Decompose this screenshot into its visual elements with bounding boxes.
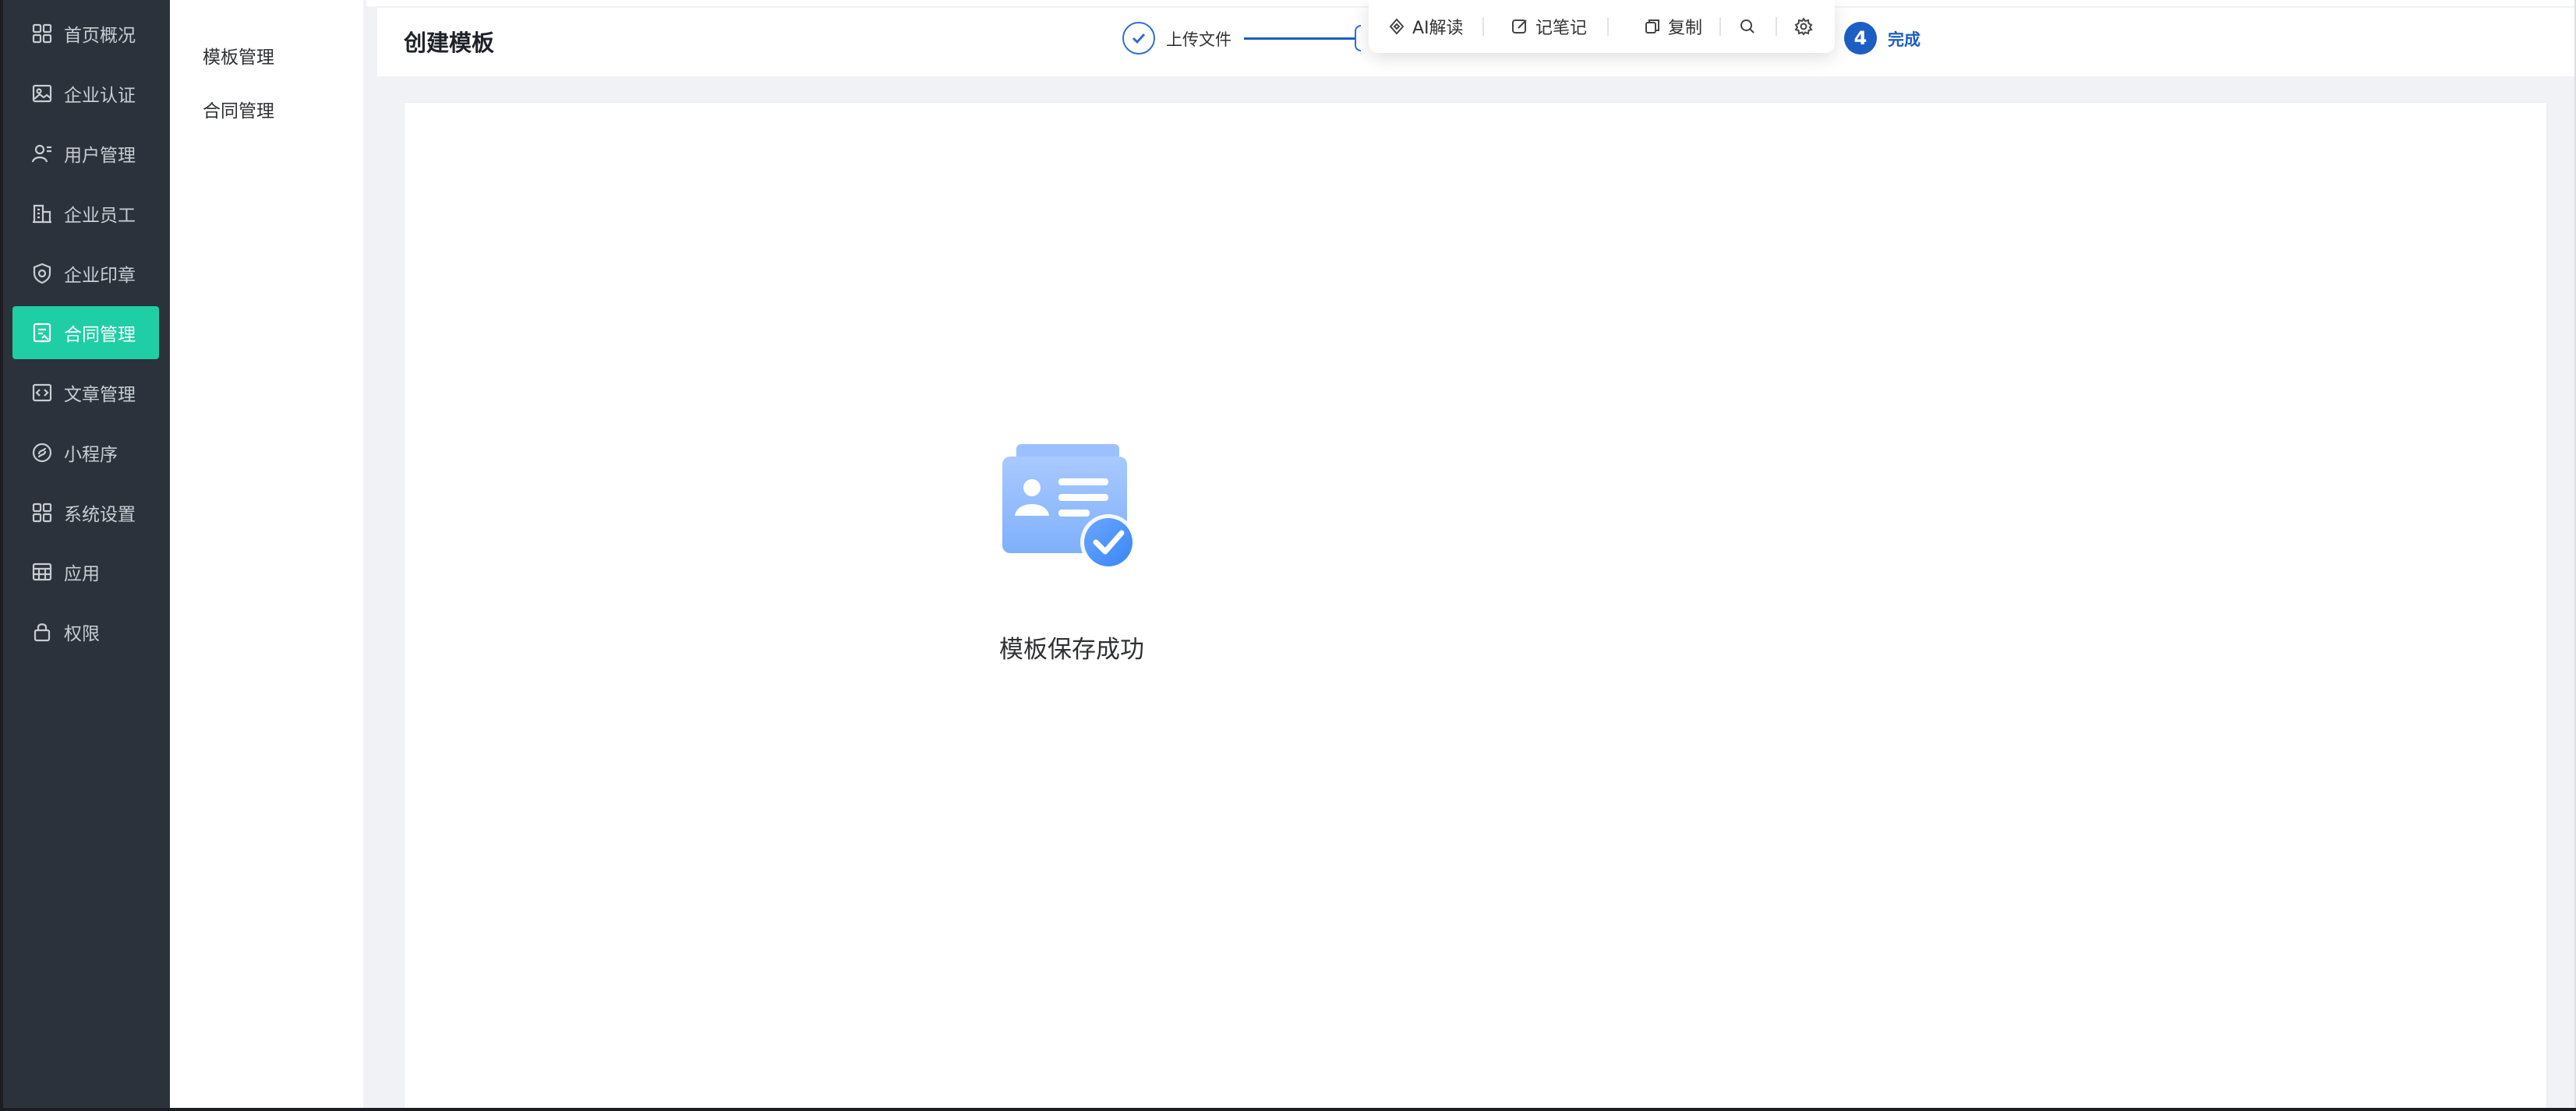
nav-item-seal[interactable]: 企业印章 (12, 247, 159, 300)
sub-sidebar: 模板管理 合同管理 (170, 0, 363, 1108)
toolbar-divider (1719, 17, 1721, 36)
nav-item-contract[interactable]: 合同管理 (12, 306, 159, 359)
settings-button[interactable] (1794, 0, 1813, 53)
step-4-indicator: 4 (1844, 22, 1877, 55)
main-sidebar: 首页概况 企业认证 用户管理 企业员工 企业印章 合同管理 文章管理 小程序 系… (3, 0, 170, 1108)
app-window: 首页概况 企业认证 用户管理 企业员工 企业印章 合同管理 文章管理 小程序 系… (3, 0, 2576, 1108)
copy-label: 复制 (1668, 19, 1703, 38)
nav-item-label: 权限 (64, 624, 100, 644)
edit-note-icon (1512, 19, 1527, 34)
nav-item-label: 企业印章 (64, 266, 136, 286)
take-note-button[interactable]: 记笔记 (1511, 0, 1587, 53)
nav-item-settings[interactable]: 系统设置 (12, 486, 159, 539)
subnav-item-template[interactable]: 模板管理 (203, 42, 274, 69)
app-table-icon (31, 561, 53, 583)
nav-item-label: 首页概况 (64, 26, 136, 46)
search-button[interactable] (1738, 0, 1757, 53)
nav-item-employees[interactable]: 企业员工 (12, 187, 159, 240)
nav-item-miniprogram[interactable]: 小程序 (12, 426, 159, 479)
step-4-label: 完成 (1888, 30, 1921, 49)
toolbar-divider (1776, 17, 1777, 36)
image-card-icon (31, 83, 53, 104)
miniprogram-icon (31, 442, 53, 464)
nav-item-label: 用户管理 (64, 146, 136, 166)
ai-sparkle-icon (1389, 18, 1405, 35)
copy-icon (1645, 19, 1659, 34)
step-connector (1244, 37, 1355, 40)
nav-item-label: 小程序 (64, 445, 118, 465)
nav-item-enterprise-auth[interactable]: 企业认证 (12, 67, 159, 120)
take-note-label: 记笔记 (1535, 19, 1588, 38)
step-2-indicator-partial (1355, 25, 1361, 51)
nav-item-label: 系统设置 (64, 505, 136, 525)
nav-item-user-manage[interactable]: 用户管理 (12, 127, 159, 180)
user-manage-icon (31, 143, 53, 164)
gear-icon (1794, 17, 1813, 36)
ai-read-label: AI解读 (1412, 19, 1464, 38)
settings-grid-icon (31, 502, 53, 524)
building-icon (31, 203, 53, 224)
result-message: 模板保存成功 (999, 636, 1144, 664)
shield-seal-icon (31, 263, 53, 284)
check-icon (1132, 33, 1146, 44)
step-1-label: 上传文件 (1166, 30, 1231, 49)
step-1-done-indicator (1122, 22, 1155, 55)
copy-button[interactable]: 复制 (1643, 0, 1702, 53)
nav-item-label: 合同管理 (64, 325, 136, 345)
dashboard-icon (31, 23, 53, 44)
result-card (405, 103, 2546, 1108)
nav-item-label: 文章管理 (64, 385, 136, 405)
nav-item-label: 企业员工 (64, 206, 136, 226)
template-saved-card-check-icon (1002, 444, 1136, 570)
lock-icon (31, 621, 53, 643)
page-title: 创建模板 (404, 30, 495, 56)
nav-item-label: 应用 (64, 564, 100, 584)
ai-read-button[interactable]: AI解读 (1387, 0, 1464, 53)
toolbar-divider (1482, 17, 1484, 36)
nav-item-label: 企业认证 (64, 86, 136, 106)
search-icon (1740, 19, 1754, 34)
floating-toolbar: AI解读 记笔记 复制 (1369, 0, 1835, 53)
article-icon (31, 382, 53, 404)
nav-item-permission[interactable]: 权限 (12, 605, 159, 658)
subnav-item-contract[interactable]: 合同管理 (203, 96, 274, 122)
nav-item-article[interactable]: 文章管理 (12, 366, 159, 419)
nav-item-dashboard[interactable]: 首页概况 (12, 7, 159, 60)
contract-icon (31, 322, 53, 344)
nav-item-app[interactable]: 应用 (12, 545, 159, 598)
toolbar-divider (1607, 17, 1609, 36)
